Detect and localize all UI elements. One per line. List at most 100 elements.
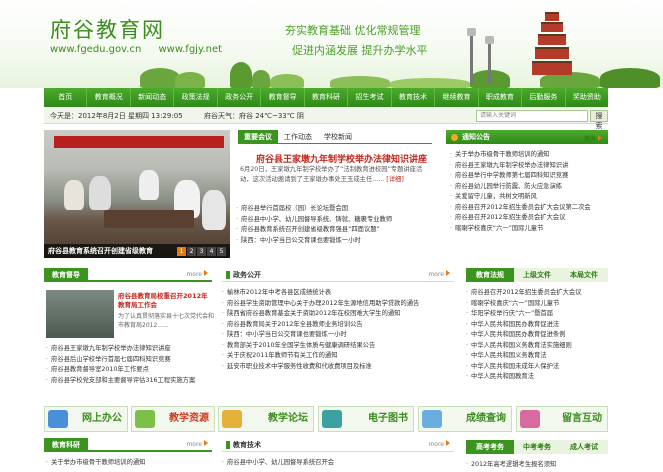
tab-college-exam[interactable]: 高考考务 <box>466 440 514 454</box>
slide-page-3[interactable]: 3 <box>197 247 206 256</box>
list-item[interactable]: 中华人民共和国教育法 <box>466 372 608 383</box>
list-item[interactable]: 关于庆祝2011年教师节有关工作的通知 <box>222 351 454 362</box>
service-teaching-forum[interactable]: 教学论坛 <box>218 406 314 432</box>
slide-page-5[interactable]: 5 <box>217 247 226 256</box>
summary-detail-link[interactable]: [详细] <box>386 176 404 183</box>
notice-more-link[interactable]: 更多 <box>584 134 603 143</box>
tab-highschool-exam[interactable]: 中考考务 <box>514 440 560 454</box>
list-item[interactable]: 府谷县王家墩九年制学校举办法律知识讲座 <box>46 344 214 355</box>
ebook-icon <box>322 410 342 428</box>
nav-technology[interactable]: 教育技术 <box>392 88 436 107</box>
headline-summary: 6月20日，王家墩九年制学校举办了“法制教育进校园”专题讲座活动，这次活动邀请到… <box>240 165 430 185</box>
list-item[interactable]: 陕西：中小学当日公交育课也要锻炼一小时 <box>222 330 454 341</box>
more-arrow-icon <box>446 270 450 276</box>
list-item[interactable]: 府谷县中小学、幼儿园督导系统、铸就、糖裹专业教师 <box>236 215 430 226</box>
list-item[interactable]: 延安市职业技术中学服务性收费和代收费项目及标准 <box>222 362 454 373</box>
nav-vocational[interactable]: 职成教育 <box>479 88 523 107</box>
nav-policy[interactable]: 政策法规 <box>174 88 218 107</box>
list-item[interactable]: 府谷县召开2012年招生委员会扩大会议 <box>450 213 606 224</box>
more-arrow-icon <box>598 135 603 141</box>
nav-continuing[interactable]: 继续教育 <box>435 88 479 107</box>
main-nav: 首页 教育概况 新闻动态 政策法规 政务公开 教育督导 教育科研 招生考试 教育… <box>44 88 608 107</box>
list-item[interactable]: 陕西省府谷县教育基金关于资助2012年在校困难大学生的通知 <box>222 309 454 320</box>
nav-aid[interactable]: 奖助资助 <box>566 88 608 107</box>
tab-education-laws[interactable]: 教育法规 <box>466 268 514 282</box>
nav-home[interactable]: 首页 <box>44 88 88 107</box>
service-online-office[interactable]: 网上办公 <box>44 406 128 432</box>
tab-important-meetings[interactable]: 重要会议 <box>238 130 278 143</box>
notice-list: 关于举办市级骨干教师培训的通知 府谷县王家墩九年制学校举办法律知识讲 府谷县举行… <box>450 150 606 234</box>
nav-logistics[interactable]: 后勤服务 <box>522 88 566 107</box>
list-item[interactable]: 中华人民共和国未成年人保护法 <box>466 362 608 373</box>
list-item[interactable]: 陕西：中小学当日公交育课也要锻炼一小时 <box>236 236 430 247</box>
affairs-more-link[interactable]: more <box>428 270 450 278</box>
list-item[interactable]: 府谷县教育系统召开创建省级教育强县“四面议题” <box>236 225 430 236</box>
more-arrow-icon <box>204 440 208 446</box>
slide-page-2[interactable]: 2 <box>187 247 196 256</box>
technology-more-link[interactable]: more <box>428 440 450 448</box>
exam-list: 2012年高考逻辑考生报名须知 <box>466 460 608 471</box>
tab-work-updates[interactable]: 工作动态 <box>278 130 318 143</box>
list-item[interactable]: 中华人民共和国义务教育法实施细则 <box>466 341 608 352</box>
service-message-board[interactable]: 留言互动 <box>516 406 608 432</box>
office-icon <box>48 410 68 428</box>
center-news-list: 府谷县举行首届校（园）长论坛暨会国 府谷县中小学、幼儿园督导系统、铸就、糖裹专业… <box>236 204 430 246</box>
supervision-thumbnail[interactable] <box>46 290 114 338</box>
list-item[interactable]: 关于举办市级骨干教师培训的通知 <box>450 150 606 161</box>
nav-exams[interactable]: 招生考试 <box>348 88 392 107</box>
nav-news[interactable]: 新闻动态 <box>131 88 175 107</box>
supervision-feature-title[interactable]: 府谷县教育局校重召开2012年教育局工作会 <box>118 292 214 310</box>
tab-adult-exam[interactable]: 成人考试 <box>560 440 608 454</box>
news-tabs: 重要会议 工作动态 学校新闻 <box>238 130 432 144</box>
list-item[interactable]: 榆林市2012年中考各县区成绩统计表 <box>222 288 454 299</box>
service-teaching-resources[interactable]: 教学资源 <box>131 406 215 432</box>
site-title[interactable]: 府谷教育网 <box>50 14 165 44</box>
technology-marker-icon <box>226 441 230 449</box>
list-item[interactable]: 府谷县召开2012年招生委员会扩大会议 <box>466 288 608 299</box>
research-more-link[interactable]: more <box>186 440 208 448</box>
tab-school-news[interactable]: 学校新闻 <box>318 130 358 143</box>
slide-page-4[interactable]: 4 <box>207 247 216 256</box>
supervision-more-link[interactable]: more <box>186 270 208 278</box>
list-item[interactable]: 中华人民共和国民办教育促进条例 <box>466 330 608 341</box>
list-item[interactable]: 府谷县举行中学教师第七届四科知识竞赛 <box>450 171 606 182</box>
list-item[interactable]: 中华人民共和国民办教育促进法 <box>466 320 608 331</box>
url-primary: www.fgedu.gov.cn <box>50 44 142 55</box>
service-ebooks[interactable]: 电子图书 <box>318 406 414 432</box>
list-item[interactable]: 2012年高考逻辑考生报名须知 <box>466 460 608 471</box>
headline-news[interactable]: 府谷县王家墩九年制学校举办法律知识讲座 <box>256 152 427 165</box>
tab-superior-docs[interactable]: 上级文件 <box>514 268 560 282</box>
date-display: 今天是：2012年8月2日 星期四 13:29:05 <box>50 112 183 120</box>
list-item[interactable]: 府谷县教育局关于2012年全县教师业务培训公告 <box>222 320 454 331</box>
list-item[interactable]: 关于举办市级骨干教师培训的通知 <box>46 458 214 469</box>
list-item[interactable]: 喀喇学校喜庆“六一”国际儿童节 <box>466 299 608 310</box>
list-item[interactable]: 府谷县举行首届校（园）长论坛暨会国 <box>236 204 430 215</box>
tab-bureau-docs[interactable]: 本局文件 <box>560 268 608 282</box>
list-item[interactable]: 关爱留守儿童，共树文明新风 <box>450 192 606 203</box>
affairs-section-header: 政务公开 more <box>222 268 454 282</box>
nav-research[interactable]: 教育科研 <box>305 88 349 107</box>
nav-overview[interactable]: 教育概况 <box>87 88 131 107</box>
list-item[interactable]: 府谷县召开2012年招生委员会扩大会议第二次会 <box>450 203 606 214</box>
list-item[interactable]: 府谷县中小学、幼儿园督导系统召开会 <box>222 458 454 469</box>
list-item[interactable]: 中华人民共和国义务教育法 <box>466 351 608 362</box>
news-slideshow[interactable]: 府谷县教育系统召开创建省级教育 1 2 3 4 5 <box>44 130 230 258</box>
search-button[interactable]: 搜 索 <box>590 110 608 130</box>
nav-supervision[interactable]: 教育督导 <box>261 88 305 107</box>
list-item[interactable]: 府谷县后山学校举行首届七届四科知识竞赛 <box>46 355 214 366</box>
list-item[interactable]: 教育部关于2010年全国学生体质与健康调研结果公告 <box>222 341 454 352</box>
search-input[interactable]: 请输入关键词 <box>476 110 588 122</box>
forum-icon <box>222 410 242 428</box>
page: 府谷教育网 www.fgedu.gov.cn www.fgjy.net 夯实教育… <box>0 0 663 472</box>
list-item[interactable]: 府谷县学校党支部和主要督导评估316工程实施方案 <box>46 376 214 387</box>
list-item[interactable]: 华阳学校举行庆“六一”暨首届 <box>466 309 608 320</box>
list-item[interactable]: 喀喇学校喜庆“六一”国际儿童节 <box>450 224 606 235</box>
site-urls: www.fgedu.gov.cn www.fgjy.net <box>50 44 236 55</box>
service-score-query[interactable]: 成绩查询 <box>418 406 512 432</box>
list-item[interactable]: 府谷县教育督导室2010年工作要点 <box>46 365 214 376</box>
slide-page-1[interactable]: 1 <box>177 247 186 256</box>
list-item[interactable]: 府谷县学生资助管理中心关于办理2012年生源地信用助学贷款的通告 <box>222 299 454 310</box>
list-item[interactable]: 府谷县幼儿园举行防震、防火应急演练 <box>450 182 606 193</box>
nav-affairs[interactable]: 政务公开 <box>218 88 262 107</box>
list-item[interactable]: 府谷县王家墩九年制学校举办法律知识讲 <box>450 161 606 172</box>
